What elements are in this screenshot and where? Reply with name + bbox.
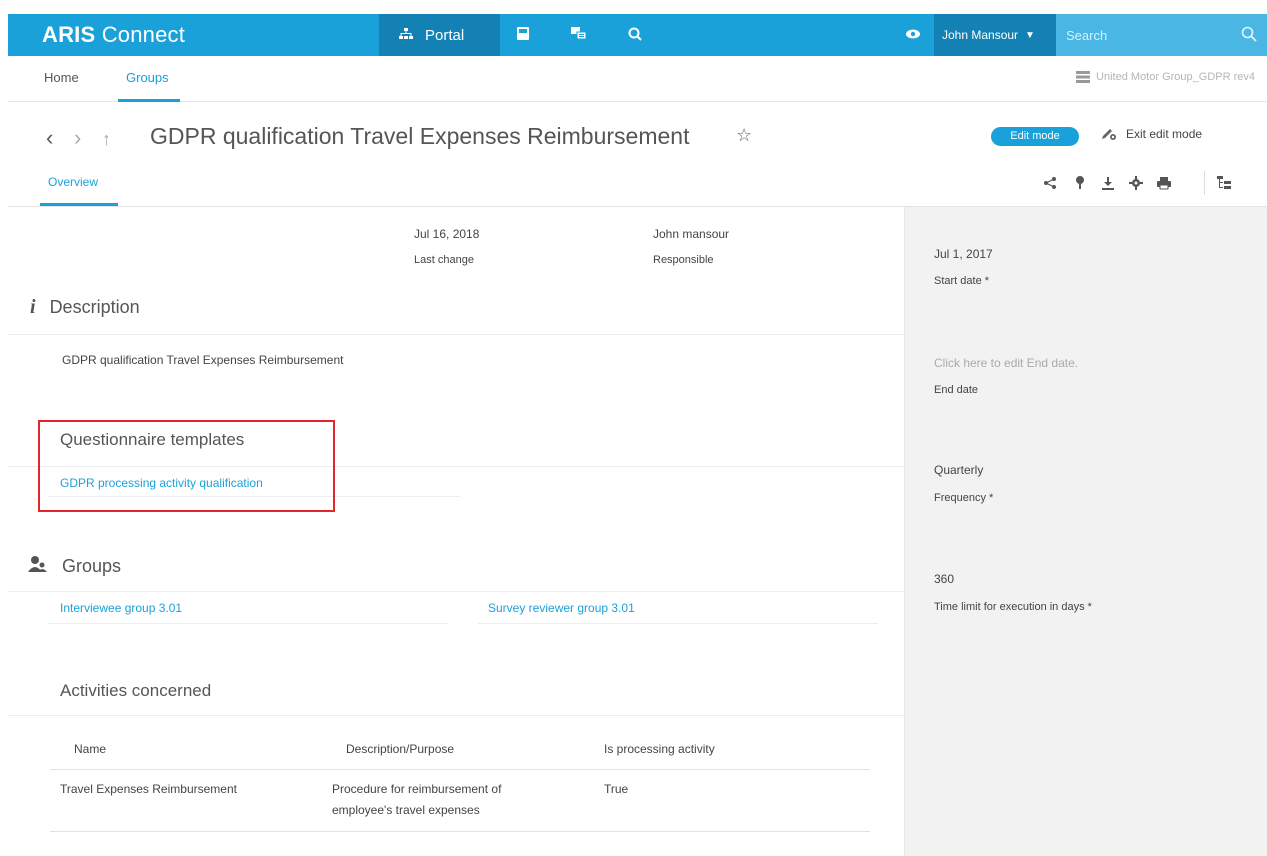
model-nav-button[interactable] bbox=[504, 14, 542, 56]
exit-edit-label: Exit edit mode bbox=[1126, 127, 1203, 141]
table-header-divider bbox=[50, 769, 870, 770]
print-icon[interactable] bbox=[1156, 175, 1172, 191]
favorite-star-icon[interactable]: ☆ bbox=[736, 125, 752, 146]
edit-mode-badge: Edit mode bbox=[991, 127, 1079, 146]
portal-label: Portal bbox=[425, 26, 465, 44]
collaboration-icon bbox=[571, 27, 587, 43]
search-icon[interactable] bbox=[1241, 26, 1257, 45]
row-divider bbox=[478, 623, 878, 624]
database-name: United Motor Group_GDPR rev4 bbox=[1096, 71, 1255, 83]
column-header-name[interactable]: Name bbox=[74, 742, 106, 756]
tab-home[interactable]: Home bbox=[44, 70, 79, 85]
overview-tab-indicator bbox=[40, 203, 118, 206]
time-limit-label: Time limit for execution in days * bbox=[934, 601, 1092, 613]
section-divider bbox=[8, 715, 904, 716]
up-icon[interactable]: ↑ bbox=[102, 129, 111, 150]
active-tab-indicator bbox=[118, 99, 180, 102]
cell-name: Travel Expenses Reimbursement bbox=[60, 782, 237, 796]
column-header-processing[interactable]: Is processing activity bbox=[604, 742, 715, 756]
groups-title-text: Groups bbox=[62, 556, 122, 576]
download-icon[interactable] bbox=[1100, 175, 1116, 191]
description-section-title: i Description bbox=[30, 296, 140, 319]
highlight-box bbox=[38, 420, 335, 512]
time-limit-value[interactable]: 360 bbox=[934, 572, 954, 586]
cell-description: Procedure for reimbursement of bbox=[332, 782, 502, 796]
start-date-label: Start date * bbox=[934, 275, 990, 287]
main-content: Jul 16, 2018 Last change John mansour Re… bbox=[8, 207, 904, 856]
model-icon bbox=[517, 27, 529, 43]
back-icon[interactable]: ‹ bbox=[46, 125, 53, 151]
cell-description: employee's travel expenses bbox=[332, 803, 480, 817]
frequency-value[interactable]: Quarterly bbox=[934, 463, 983, 477]
end-date-value[interactable]: Click here to edit End date. bbox=[934, 356, 1078, 370]
settings-icon[interactable] bbox=[1128, 175, 1144, 191]
row-divider bbox=[50, 831, 870, 832]
search-box bbox=[1056, 14, 1267, 56]
breadcrumb-nav: Home Groups United Motor Group_GDPR rev4 bbox=[8, 56, 1267, 102]
structure-icon[interactable] bbox=[1216, 175, 1232, 191]
view-toggle-button[interactable] bbox=[894, 14, 932, 56]
brand-bold: ARIS bbox=[42, 22, 96, 47]
group-users-icon bbox=[28, 555, 48, 578]
end-date-label: End date bbox=[934, 384, 979, 396]
pencil-gear-icon bbox=[1102, 129, 1116, 140]
chevron-down-icon: ▼ bbox=[1025, 29, 1035, 41]
description-text: GDPR qualification Travel Expenses Reimb… bbox=[62, 353, 344, 367]
section-divider bbox=[8, 591, 904, 592]
database-selector[interactable]: United Motor Group_GDPR rev4 bbox=[1076, 71, 1255, 83]
info-icon: i bbox=[30, 296, 36, 318]
responsible-value: John mansour bbox=[653, 227, 730, 241]
collaboration-nav-button[interactable] bbox=[560, 14, 598, 56]
column-header-description[interactable]: Description/Purpose bbox=[346, 742, 454, 756]
app-logo[interactable]: ARIS Connect bbox=[42, 22, 185, 48]
attributes-panel: Jul 1, 2017 Start date * Click here to e… bbox=[904, 207, 1267, 856]
search-icon bbox=[628, 27, 642, 44]
cell-processing: True bbox=[604, 782, 629, 796]
last-change-value: Jul 16, 2018 bbox=[414, 227, 480, 241]
responsible-label: Responsible bbox=[653, 254, 714, 266]
pin-icon[interactable] bbox=[1072, 175, 1088, 191]
group-link[interactable]: Survey reviewer group 3.01 bbox=[488, 601, 635, 615]
search-input[interactable] bbox=[1066, 27, 1231, 43]
share-icon[interactable] bbox=[1042, 175, 1058, 191]
user-name: John Mansour bbox=[942, 28, 1019, 42]
description-title-text: Description bbox=[49, 297, 140, 317]
page-header: ‹ › ↑ GDPR qualification Travel Expenses… bbox=[8, 103, 1267, 207]
row-divider bbox=[48, 623, 448, 624]
tab-overview[interactable]: Overview bbox=[48, 175, 98, 189]
brand-rest: Connect bbox=[101, 22, 186, 47]
groups-section-title: Groups bbox=[28, 555, 121, 578]
search-nav-button[interactable] bbox=[616, 14, 654, 56]
page-title: GDPR qualification Travel Expenses Reimb… bbox=[150, 123, 690, 149]
portal-nav-button[interactable]: Portal bbox=[379, 14, 500, 56]
last-change-label: Last change bbox=[414, 254, 474, 266]
forward-icon[interactable]: › bbox=[74, 125, 81, 151]
eye-icon bbox=[906, 28, 920, 42]
group-link[interactable]: Interviewee group 3.01 bbox=[60, 601, 182, 615]
toolbar-divider bbox=[1204, 171, 1205, 195]
tab-groups[interactable]: Groups bbox=[126, 70, 169, 85]
section-divider bbox=[8, 334, 904, 335]
database-icon bbox=[1076, 71, 1091, 83]
activities-section-title: Activities concerned bbox=[60, 681, 212, 700]
user-menu[interactable]: John Mansour ▼ bbox=[934, 14, 1056, 56]
frequency-label: Frequency * bbox=[934, 492, 994, 504]
start-date-value[interactable]: Jul 1, 2017 bbox=[934, 247, 993, 261]
exit-edit-mode-button[interactable]: Exit edit mode bbox=[1100, 127, 1202, 141]
top-bar: ARIS Connect Portal John Mansour ▼ bbox=[8, 14, 1267, 56]
portal-icon bbox=[399, 27, 413, 43]
